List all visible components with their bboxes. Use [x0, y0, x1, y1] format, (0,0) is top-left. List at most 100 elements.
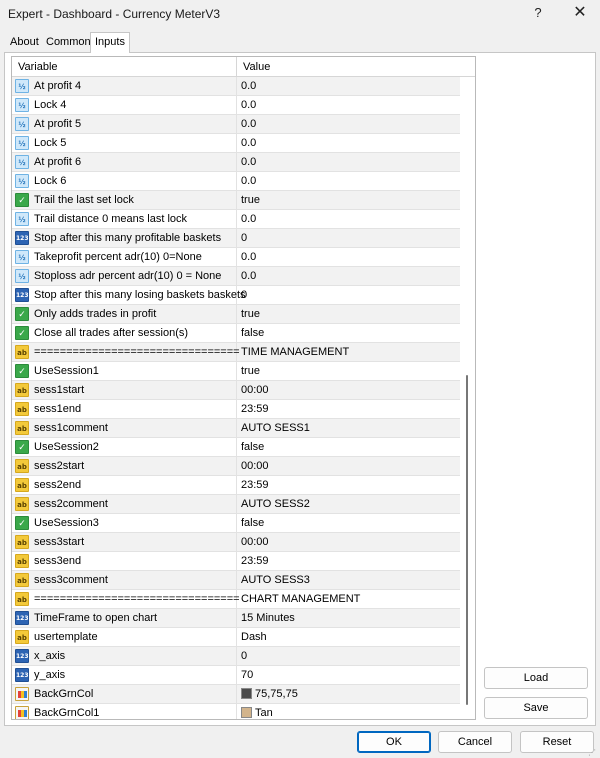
- table-row[interactable]: ½ At profit 6 0.0: [12, 153, 460, 172]
- ok-button[interactable]: OK: [357, 731, 431, 753]
- table-row[interactable]: ab sess2comment AUTO SESS2: [12, 495, 460, 514]
- table-row[interactable]: ½ At profit 4 0.0: [12, 77, 460, 96]
- value-cell[interactable]: 00:00: [237, 533, 460, 551]
- table-row[interactable]: ½ At profit 5 0.0: [12, 115, 460, 134]
- double-type-icon: ½: [15, 174, 29, 188]
- value-cell[interactable]: 00:00: [237, 457, 460, 475]
- value-cell[interactable]: 0.0: [237, 210, 460, 228]
- value-cell[interactable]: 0.0: [237, 267, 460, 285]
- value-cell[interactable]: 0.0: [237, 115, 460, 133]
- table-row[interactable]: 123 TimeFrame to open chart 15 Minutes: [12, 609, 460, 628]
- table-row[interactable]: ✓ Close all trades after session(s) false: [12, 324, 460, 343]
- value-cell[interactable]: 23:59: [237, 476, 460, 494]
- string-type-icon: ab: [15, 345, 29, 359]
- table-row[interactable]: ab ================================ TIME M…: [12, 343, 460, 362]
- variable-cell: ½ Takeprofit percent adr(10) 0=None: [12, 248, 237, 266]
- table-row[interactable]: ✓ Trail the last set lock true: [12, 191, 460, 210]
- table-row[interactable]: ½ Stoploss adr percent adr(10) 0 = None 0.…: [12, 267, 460, 286]
- value-cell[interactable]: true: [237, 362, 460, 380]
- value-cell[interactable]: true: [237, 305, 460, 323]
- value-cell[interactable]: 0.0: [237, 96, 460, 114]
- value-cell[interactable]: 0.0: [237, 172, 460, 190]
- double-type-icon: ½: [15, 250, 29, 264]
- value-cell[interactable]: TIME MANAGEMENT: [237, 343, 460, 361]
- table-row[interactable]: 123 y_axis 70: [12, 666, 460, 685]
- table-row[interactable]: ½ Lock 6 0.0: [12, 172, 460, 191]
- value-cell[interactable]: CHART MANAGEMENT: [237, 590, 460, 608]
- value-cell[interactable]: 0: [237, 647, 460, 665]
- value-cell[interactable]: 0.0: [237, 77, 460, 95]
- variable-cell: ½ Trail distance 0 means last lock: [12, 210, 237, 228]
- value-text: 0: [241, 289, 248, 301]
- integer-type-icon: 123: [15, 231, 29, 245]
- value-cell[interactable]: 75,75,75: [237, 685, 460, 703]
- value-cell[interactable]: 23:59: [237, 552, 460, 570]
- value-cell[interactable]: 00:00: [237, 381, 460, 399]
- value-cell[interactable]: Tan: [237, 704, 460, 719]
- value-cell[interactable]: AUTO SESS1: [237, 419, 460, 437]
- value-cell[interactable]: true: [237, 191, 460, 209]
- value-cell[interactable]: Dash: [237, 628, 460, 646]
- value-cell[interactable]: 15 Minutes: [237, 609, 460, 627]
- value-cell[interactable]: 70: [237, 666, 460, 684]
- variable-cell: ✓ Only adds trades in profit: [12, 305, 237, 323]
- resize-grip-icon[interactable]: ⋰: [588, 748, 598, 758]
- table-row[interactable]: ab sess3end 23:59: [12, 552, 460, 571]
- table-row[interactable]: ✓ UseSession1 true: [12, 362, 460, 381]
- table-row[interactable]: ab sess1comment AUTO SESS1: [12, 419, 460, 438]
- value-cell[interactable]: false: [237, 324, 460, 342]
- string-type-icon: ab: [15, 592, 29, 606]
- table-row[interactable]: 123 Stop after this many losing baskets b…: [12, 286, 460, 305]
- value-cell[interactable]: 0: [237, 229, 460, 247]
- table-row[interactable]: ✓ UseSession3 false: [12, 514, 460, 533]
- table-row[interactable]: BackGrnCol1 Tan: [12, 704, 460, 719]
- table-row[interactable]: ab ================================ CHART …: [12, 590, 460, 609]
- value-cell[interactable]: false: [237, 514, 460, 532]
- column-header-value[interactable]: Value: [237, 57, 459, 77]
- table-row[interactable]: ab sess1start 00:00: [12, 381, 460, 400]
- variable-cell: ✓ UseSession1: [12, 362, 237, 380]
- help-icon[interactable]: ?: [520, 2, 556, 24]
- table-row[interactable]: ½ Takeprofit percent adr(10) 0=None 0.0: [12, 248, 460, 267]
- table-row[interactable]: 123 x_axis 0: [12, 647, 460, 666]
- table-row[interactable]: ab sess2end 23:59: [12, 476, 460, 495]
- table-row[interactable]: BackGrnCol 75,75,75: [12, 685, 460, 704]
- table-row[interactable]: ab sess3start 00:00: [12, 533, 460, 552]
- table-row[interactable]: ½ Lock 5 0.0: [12, 134, 460, 153]
- table-row[interactable]: ½ Lock 4 0.0: [12, 96, 460, 115]
- table-row[interactable]: ✓ UseSession2 false: [12, 438, 460, 457]
- value-cell[interactable]: false: [237, 438, 460, 456]
- table-row[interactable]: ½ Trail distance 0 means last lock 0.0: [12, 210, 460, 229]
- table-row[interactable]: ab sess2start 00:00: [12, 457, 460, 476]
- value-cell[interactable]: AUTO SESS2: [237, 495, 460, 513]
- value-text: 0.0: [241, 137, 257, 149]
- value-text: AUTO SESS1: [241, 422, 310, 434]
- variable-cell: ½ Lock 6: [12, 172, 237, 190]
- tab-common[interactable]: Common: [42, 34, 95, 52]
- variable-name: sess1comment: [34, 422, 108, 434]
- tab-inputs[interactable]: Inputs: [90, 32, 130, 53]
- value-cell[interactable]: 23:59: [237, 400, 460, 418]
- vertical-scrollbar[interactable]: [460, 77, 475, 719]
- tab-about[interactable]: About: [6, 34, 43, 52]
- value-cell[interactable]: AUTO SESS3: [237, 571, 460, 589]
- table-row[interactable]: ab sess1end 23:59: [12, 400, 460, 419]
- variable-cell: 123 x_axis: [12, 647, 237, 665]
- save-button[interactable]: Save: [484, 697, 588, 719]
- variable-name: sess2start: [34, 460, 85, 472]
- scrollbar-thumb[interactable]: [466, 375, 468, 705]
- column-header-variable[interactable]: Variable: [12, 57, 237, 77]
- reset-button[interactable]: Reset: [520, 731, 594, 753]
- variable-cell: ab sess3comment: [12, 571, 237, 589]
- table-row[interactable]: ✓ Only adds trades in profit true: [12, 305, 460, 324]
- close-icon[interactable]: ✕: [562, 2, 598, 24]
- load-button[interactable]: Load: [484, 667, 588, 689]
- value-cell[interactable]: 0: [237, 286, 460, 304]
- table-row[interactable]: 123 Stop after this many profitable baske…: [12, 229, 460, 248]
- value-cell[interactable]: 0.0: [237, 153, 460, 171]
- table-row[interactable]: ab sess3comment AUTO SESS3: [12, 571, 460, 590]
- table-row[interactable]: ab usertemplate Dash: [12, 628, 460, 647]
- value-cell[interactable]: 0.0: [237, 248, 460, 266]
- cancel-button[interactable]: Cancel: [438, 731, 512, 753]
- value-cell[interactable]: 0.0: [237, 134, 460, 152]
